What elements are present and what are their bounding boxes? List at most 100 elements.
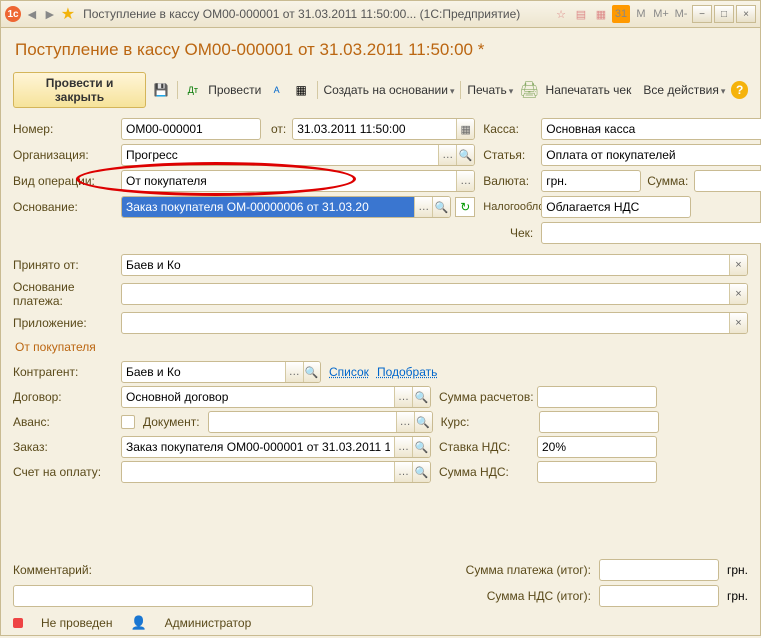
podobr-link[interactable]: Подобрать [377, 365, 437, 379]
sum-input[interactable] [695, 171, 761, 191]
schet-sel-icon[interactable]: … [394, 462, 412, 482]
doc-icon[interactable]: ▦ [292, 80, 311, 100]
org-sel-icon[interactable]: … [438, 145, 456, 165]
stavka-label: Ставка НДС: [439, 440, 531, 454]
zakaz-input[interactable] [122, 437, 394, 457]
printer-icon: 🖨 [519, 80, 539, 100]
prin-label: Принято от: [13, 258, 113, 272]
spisok-link[interactable]: Список [329, 365, 369, 379]
val-input[interactable] [542, 171, 641, 191]
mem-mminus[interactable]: M- [672, 5, 690, 23]
all-actions-dropdown[interactable]: Все действия [643, 83, 725, 97]
pril-clear-icon[interactable]: × [729, 313, 747, 333]
avans-checkbox[interactable] [121, 415, 135, 429]
chek-input[interactable] [542, 223, 761, 243]
toolbar: Провести и закрыть 💾 Дт Провести A ▦ Соз… [13, 68, 748, 116]
schet-open-icon[interactable]: 🔍 [412, 462, 430, 482]
prin-input[interactable] [122, 255, 729, 275]
user-text: Администратор [165, 616, 252, 630]
osn-label: Основание: [13, 200, 113, 214]
sumr-input[interactable] [538, 387, 657, 407]
mem-mplus[interactable]: M+ [652, 5, 670, 23]
dog-input[interactable] [122, 387, 394, 407]
save-close-button[interactable]: Провести и закрыть [13, 72, 146, 108]
save-icon[interactable]: 💾 [152, 80, 171, 100]
kontr-sel-icon[interactable]: … [285, 362, 303, 382]
vid-sel-icon[interactable]: … [456, 171, 474, 191]
kurs-label: Курс: [441, 415, 533, 429]
sumr-label: Сумма расчетов: [439, 390, 531, 404]
zakaz-open-icon[interactable]: 🔍 [412, 437, 430, 457]
sumnds-label: Сумма НДС: [439, 465, 531, 479]
sumnds-input[interactable] [538, 462, 657, 482]
org-label: Организация: [13, 148, 113, 162]
sumndsf-label: Сумма НДС (итог): [321, 589, 591, 603]
provesti-button[interactable]: Провести [208, 83, 261, 97]
osnp-clear-icon[interactable]: × [729, 284, 747, 304]
nomer-input[interactable] [122, 119, 261, 139]
zakaz-sel-icon[interactable]: … [394, 437, 412, 457]
ot-label: от: [271, 122, 286, 136]
minimize-button[interactable]: − [692, 5, 712, 23]
dok-label: Документ: [143, 415, 200, 429]
date-picker-icon[interactable]: ▦ [456, 119, 474, 139]
cur2: грн. [727, 589, 748, 603]
close-button[interactable]: × [736, 5, 756, 23]
ak-icon[interactable]: A [267, 80, 286, 100]
fav2-icon[interactable]: ☆ [552, 5, 570, 23]
dok-sel-icon[interactable]: … [396, 412, 414, 432]
schet-input[interactable] [122, 462, 394, 482]
section-title: От покупателя [13, 334, 748, 358]
stavka-input[interactable] [538, 437, 657, 457]
komm-label: Комментарий: [13, 563, 113, 577]
nav-back-icon[interactable]: ◄ [25, 6, 39, 22]
print-check[interactable]: Напечатать чек [546, 83, 632, 97]
calc-icon[interactable]: ▦ [592, 5, 610, 23]
nav-fwd-icon[interactable]: ► [43, 6, 57, 22]
cur1: грн. [727, 563, 748, 577]
favorite-icon[interactable]: ★ [61, 4, 75, 24]
osn-open-icon[interactable]: 🔍 [432, 197, 450, 217]
dog-open-icon[interactable]: 🔍 [412, 387, 430, 407]
dkt-icon[interactable]: Дт [184, 80, 203, 100]
page-title: Поступление в кассу ОМ00-000001 от 31.03… [13, 34, 748, 68]
sumndsf-input [600, 586, 719, 606]
dok-open-icon[interactable]: 🔍 [414, 412, 432, 432]
pril-input[interactable] [122, 313, 729, 333]
pril-label: Приложение: [13, 316, 113, 330]
kassa-label: Касса: [483, 122, 533, 136]
kassa-input[interactable] [542, 119, 761, 139]
window-title: Поступление в кассу ОМ00-000001 от 31.03… [79, 7, 548, 21]
vid-label: Вид операции: [13, 174, 113, 188]
org-open-icon[interactable]: 🔍 [456, 145, 474, 165]
list-icon[interactable]: ▤ [572, 5, 590, 23]
osn-refresh-icon[interactable]: ↻ [455, 197, 475, 217]
osnp-input[interactable] [122, 284, 729, 304]
val-label: Валюта: [483, 174, 533, 188]
status-text: Не проведен [41, 616, 112, 630]
prin-clear-icon[interactable]: × [729, 255, 747, 275]
dog-sel-icon[interactable]: … [394, 387, 412, 407]
calendar-icon[interactable]: 31 [612, 5, 630, 23]
sumpl-label: Сумма платежа (итог): [121, 563, 591, 577]
maximize-button[interactable]: □ [714, 5, 734, 23]
osn-input[interactable] [122, 197, 414, 217]
org-input[interactable] [122, 145, 438, 165]
dok-input[interactable] [209, 412, 396, 432]
vid-input[interactable] [122, 171, 456, 191]
print-dropdown[interactable]: Печать [467, 83, 513, 97]
sum-label: Сумма: [647, 174, 688, 188]
nalog-input[interactable] [542, 197, 691, 217]
kurs-input[interactable] [540, 412, 659, 432]
date-input[interactable] [293, 119, 456, 139]
kontr-input[interactable] [122, 362, 285, 382]
mem-m[interactable]: M [632, 5, 650, 23]
komm-input[interactable] [14, 586, 312, 606]
kontr-open-icon[interactable]: 🔍 [303, 362, 321, 382]
create-on-dropdown[interactable]: Создать на основании [323, 83, 454, 97]
osn-sel-icon[interactable]: … [414, 197, 432, 217]
stat-input[interactable] [542, 145, 761, 165]
help-icon[interactable]: ? [731, 81, 748, 99]
zakaz-label: Заказ: [13, 440, 113, 454]
kontr-label: Контрагент: [13, 365, 113, 379]
